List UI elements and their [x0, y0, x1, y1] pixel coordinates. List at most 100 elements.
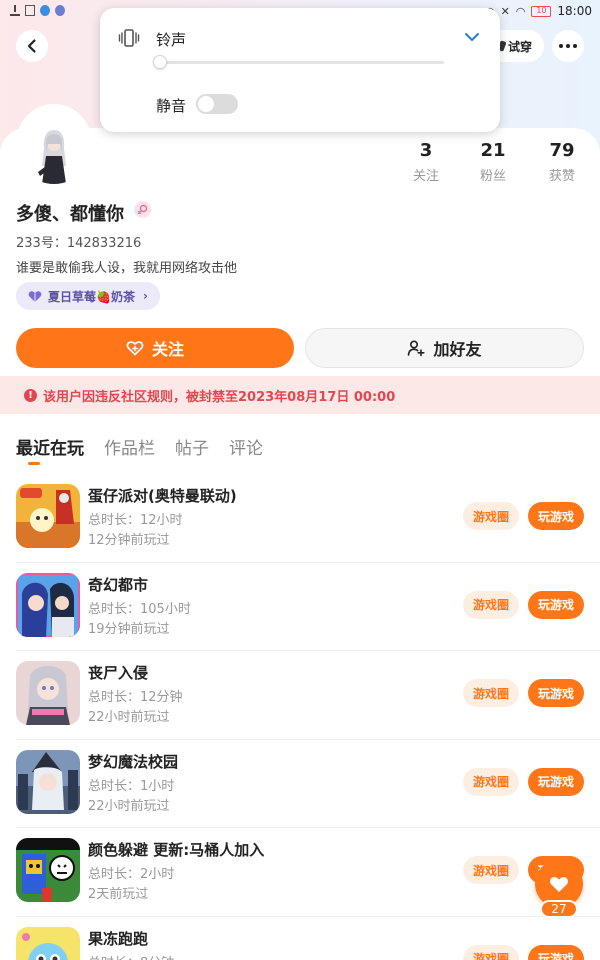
game-icon — [16, 838, 80, 902]
more-dot-icon — [573, 44, 577, 48]
game-icon — [16, 484, 80, 548]
mute-icon: ✕ — [500, 4, 510, 18]
chevron-right-icon: › — [142, 289, 148, 303]
play-game-button[interactable]: 玩游戏 — [528, 767, 584, 796]
mood-tag-label: 夏日草莓🍓奶茶 — [48, 289, 135, 304]
status-time: 18:00 — [557, 4, 592, 18]
browser-notification-icon — [55, 5, 65, 16]
mood-tag-chip[interactable]: 夏日草莓🍓奶茶 › — [16, 282, 160, 310]
game-row[interactable]: 丧尸入侵 总时长：12分钟 22小时前玩过 游戏圈 玩游戏 — [16, 651, 600, 740]
heart-icon — [28, 290, 42, 302]
bio: 谁要是敢偷我人设，我就用网络攻击他 — [16, 261, 238, 276]
fans-label: 粉丝 — [479, 169, 506, 184]
more-dot-icon — [559, 44, 563, 48]
game-last-played: 22小时前玩过 — [88, 710, 170, 725]
game-duration: 总时长：12小时 — [88, 513, 183, 528]
following-count: 3 — [419, 140, 433, 161]
game-name: 颜色躲避 更新:马桶人加入 — [88, 841, 265, 859]
more-dot-icon — [566, 44, 570, 48]
game-circle-button[interactable]: 游戏圈 — [463, 767, 519, 796]
following-label: 关注 — [412, 169, 439, 184]
play-game-button[interactable]: 玩游戏 — [528, 590, 584, 619]
wifi-icon: ◠ — [515, 4, 526, 18]
profile-stats: 3 关注 21 粉丝 79 获赞 — [0, 140, 600, 190]
tab-works[interactable]: 作品栏 — [104, 434, 155, 464]
add-friend-label: 加好友 — [433, 340, 482, 359]
like-count-badge: 27 — [540, 900, 578, 918]
game-circle-button[interactable]: 游戏圈 — [463, 590, 519, 619]
heart-plus-icon — [126, 341, 144, 356]
nickname: 多傻、都懂你 — [16, 204, 124, 225]
battery-icon: 10 — [531, 5, 552, 17]
follow-label: 关注 — [151, 340, 184, 359]
game-duration: 总时长：2小时 — [88, 867, 175, 882]
game-name: 奇幻都市 — [88, 575, 149, 594]
game-duration: 总时长：8分钟 — [88, 952, 174, 960]
tab-posts[interactable]: 帖子 — [175, 434, 209, 464]
try-on-label: 试穿 — [507, 39, 532, 54]
follow-button[interactable]: 关注 — [16, 328, 294, 368]
female-icon — [134, 201, 151, 218]
ringtone-slider-thumb[interactable] — [153, 55, 167, 69]
fans-count: 21 — [480, 140, 506, 161]
back-button[interactable] — [16, 30, 48, 62]
game-last-played: 19分钟前玩过 — [88, 621, 170, 637]
game-circle-button[interactable]: 游戏圈 — [463, 679, 519, 707]
game-name: 果冻跑跑 — [88, 929, 149, 948]
mute-label: 静音 — [156, 97, 187, 115]
game-row[interactable]: 果冻跑跑 总时长：8分钟 游戏圈 玩游戏 — [16, 917, 600, 960]
game-row[interactable]: 颜色躲避 更新:马桶人加入 总时长：2小时 2天前玩过 游戏圈 玩游戏 — [16, 828, 600, 917]
more-button[interactable] — [552, 30, 584, 62]
game-last-played: 22小时前玩过 — [88, 798, 170, 814]
game-icon — [16, 926, 80, 960]
ban-notice-text: 该用户因违反社区规则，被封禁至2023年08月17日 00:00 — [43, 389, 396, 405]
game-duration: 总时长：1小时 — [88, 778, 175, 794]
game-last-played: 12分钟前玩过 — [88, 533, 170, 548]
game-circle-button[interactable]: 游戏圈 — [463, 856, 519, 884]
game-row[interactable]: 梦幻魔法校园 总时长：1小时 22小时前玩过 游戏圈 玩游戏 — [16, 740, 600, 828]
heart-icon — [550, 877, 568, 892]
play-game-button[interactable]: 玩游戏 — [528, 679, 584, 707]
game-name: 梦幻魔法校园 — [88, 752, 179, 771]
game-icon — [16, 661, 80, 725]
recent-games-list: 蛋仔派对(奥特曼联动) 总时长：12小时 12分钟前玩过 游戏圈 玩游戏 奇幻都… — [0, 474, 600, 960]
game-icon — [16, 572, 80, 637]
play-game-button[interactable]: 玩游戏 — [528, 502, 584, 530]
tab-recently-played[interactable]: 最近在玩 — [16, 434, 84, 464]
toggle-knob — [198, 96, 214, 112]
game-name: 蛋仔派对(奥特曼联动) — [88, 487, 237, 505]
play-game-button[interactable]: 玩游戏 — [528, 944, 584, 960]
user-id: 233号：142833216 — [16, 236, 142, 251]
add-user-icon — [408, 340, 426, 357]
ringtone-label: 铃声 — [156, 31, 187, 49]
game-row[interactable]: 奇幻都市 总时长：105小时 19分钟前玩过 游戏圈 玩游戏 — [16, 563, 600, 651]
chevron-down-icon[interactable] — [464, 30, 480, 44]
tab-comments[interactable]: 评论 — [229, 434, 263, 464]
volume-popup: 铃声 静音 — [100, 8, 500, 132]
profile-tabs: 最近在玩 作品栏 帖子 评论 — [16, 434, 263, 464]
likes-count: 79 — [549, 140, 575, 161]
download-icon — [10, 5, 20, 16]
game-circle-button[interactable]: 游戏圈 — [463, 944, 519, 960]
game-row[interactable]: 蛋仔派对(奥特曼联动) 总时长：12小时 12分钟前玩过 游戏圈 玩游戏 — [16, 474, 600, 563]
game-name: 丧尸入侵 — [88, 664, 149, 682]
ban-notice: ! 该用户因违反社区规则，被封禁至2023年08月17日 00:00 — [0, 376, 600, 414]
vibrate-icon[interactable] — [118, 28, 140, 48]
ringtone-slider-track[interactable] — [156, 61, 444, 64]
following-stat[interactable]: 3 关注 — [396, 140, 456, 184]
likes-stat[interactable]: 79 获赞 — [532, 140, 592, 184]
warning-icon: ! — [24, 388, 37, 402]
add-friend-button[interactable]: 加好友 — [305, 328, 584, 368]
fans-stat[interactable]: 21 粉丝 — [463, 140, 523, 184]
game-circle-button[interactable]: 游戏圈 — [463, 502, 519, 530]
back-arrow-icon — [27, 39, 36, 53]
app-notification-icon — [40, 5, 50, 16]
mute-toggle[interactable] — [196, 94, 238, 114]
game-duration: 总时长：12分钟 — [88, 690, 183, 705]
game-duration: 总时长：105小时 — [88, 601, 191, 617]
game-icon — [16, 749, 80, 814]
likes-label: 获赞 — [548, 169, 575, 184]
notification-icon — [25, 5, 35, 16]
game-last-played: 2天前玩过 — [88, 887, 149, 902]
status-icons-left — [10, 5, 65, 16]
